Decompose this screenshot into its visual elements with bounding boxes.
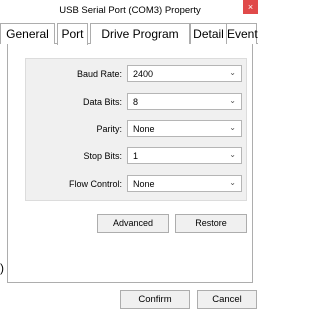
- data-bits-label: Data Bits:: [82, 97, 122, 107]
- tab-strip: General Port Drive Program Detail Event: [0, 23, 258, 45]
- close-button[interactable]: ×: [243, 0, 258, 14]
- tab-general[interactable]: General: [0, 23, 55, 44]
- chevron-down-icon: ⌄: [229, 150, 236, 159]
- data-bits-select[interactable]: 8 ⌄: [127, 93, 242, 110]
- property-dialog: USB Serial Port (COM3) Property × Genera…: [0, 0, 258, 313]
- restore-button[interactable]: Restore: [175, 214, 247, 233]
- flow-control-label: Flow Control:: [68, 179, 122, 189]
- port-settings-group: Baud Rate: 2400 ⌄ Data Bits: 8 ⌄ Parity:…: [25, 58, 247, 201]
- dialog-title: USB Serial Port (COM3) Property: [59, 5, 201, 16]
- advanced-button[interactable]: Advanced: [97, 214, 169, 233]
- chevron-down-icon: ⌄: [229, 178, 236, 187]
- baud-rate-select[interactable]: 2400 ⌄: [127, 65, 242, 82]
- flow-control-select[interactable]: None ⌄: [127, 175, 242, 192]
- tab-detail[interactable]: Detail: [190, 23, 227, 44]
- chevron-down-icon: ⌄: [229, 96, 236, 105]
- baud-rate-value: 2400: [133, 69, 154, 79]
- chevron-down-icon: ⌄: [229, 123, 236, 132]
- data-bits-value: 8: [133, 97, 139, 107]
- close-icon: ×: [247, 2, 254, 12]
- tab-port[interactable]: Port: [57, 23, 88, 45]
- tab-event[interactable]: Event: [226, 23, 258, 44]
- stop-bits-select[interactable]: 1 ⌄: [127, 147, 242, 164]
- cancel-button[interactable]: Cancel: [197, 290, 257, 309]
- parity-select[interactable]: None ⌄: [127, 120, 242, 137]
- chevron-down-icon: ⌄: [229, 68, 236, 77]
- title-bar[interactable]: USB Serial Port (COM3) Property ×: [0, 0, 258, 20]
- parity-value: None: [133, 124, 155, 134]
- stop-bits-value: 1: [133, 151, 139, 161]
- confirm-button[interactable]: Confirm: [120, 290, 190, 309]
- flow-control-value: None: [133, 179, 155, 189]
- edge-glyph: ): [0, 261, 4, 275]
- tab-drive-program[interactable]: Drive Program: [90, 23, 190, 44]
- parity-label: Parity:: [96, 124, 122, 134]
- baud-rate-label: Baud Rate:: [76, 69, 122, 79]
- stop-bits-label: Stop Bits:: [83, 151, 122, 161]
